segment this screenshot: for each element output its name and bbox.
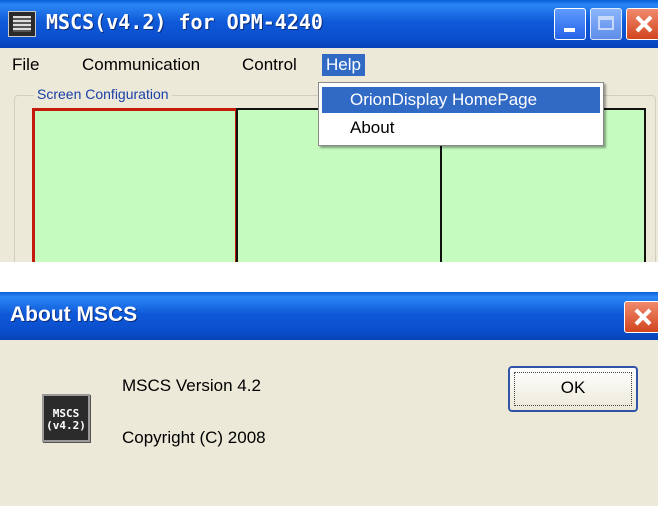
menu-bar: File Communication Control Help	[0, 48, 658, 82]
maximize-icon	[598, 16, 614, 30]
menu-communication[interactable]: Communication	[78, 54, 204, 76]
mscs-logo-icon: MSCS (v4.2)	[42, 394, 90, 442]
ok-button[interactable]: OK	[508, 366, 638, 412]
menu-help[interactable]: Help	[322, 54, 365, 76]
menu-file[interactable]: File	[8, 54, 43, 76]
main-title-bar[interactable]: MSCS(v4.2) for OPM-4240	[0, 0, 658, 48]
main-window: MSCS(v4.2) for OPM-4240 File Communicati…	[0, 0, 658, 262]
about-dialog: About MSCS MSCS (v4.2) MSCS Version 4.2 …	[0, 292, 658, 506]
about-close-button[interactable]	[624, 301, 658, 333]
version-text: MSCS Version 4.2	[122, 376, 261, 395]
about-dialog-title: About MSCS	[10, 303, 138, 326]
menu-control[interactable]: Control	[238, 54, 301, 76]
menu-item-oriondisplay-homepage[interactable]: OrionDisplay HomePage	[322, 87, 600, 113]
app-icon[interactable]	[8, 11, 36, 37]
logo-line-2: (v4.2)	[46, 419, 86, 432]
menu-item-about[interactable]: About	[322, 115, 600, 141]
about-title-bar[interactable]: About MSCS	[0, 292, 658, 340]
copyright-text: Copyright (C) 2008	[122, 428, 266, 447]
minimize-icon	[564, 28, 575, 32]
maximize-button[interactable]	[590, 8, 622, 40]
minimize-button[interactable]	[554, 8, 586, 40]
close-button[interactable]	[626, 8, 658, 40]
screen-configuration-label: Screen Configuration	[34, 86, 172, 102]
window-title: MSCS(v4.2) for OPM-4240	[46, 10, 323, 34]
screen-pane-1[interactable]	[32, 108, 238, 262]
help-dropdown-menu: OrionDisplay HomePage About	[318, 82, 604, 146]
